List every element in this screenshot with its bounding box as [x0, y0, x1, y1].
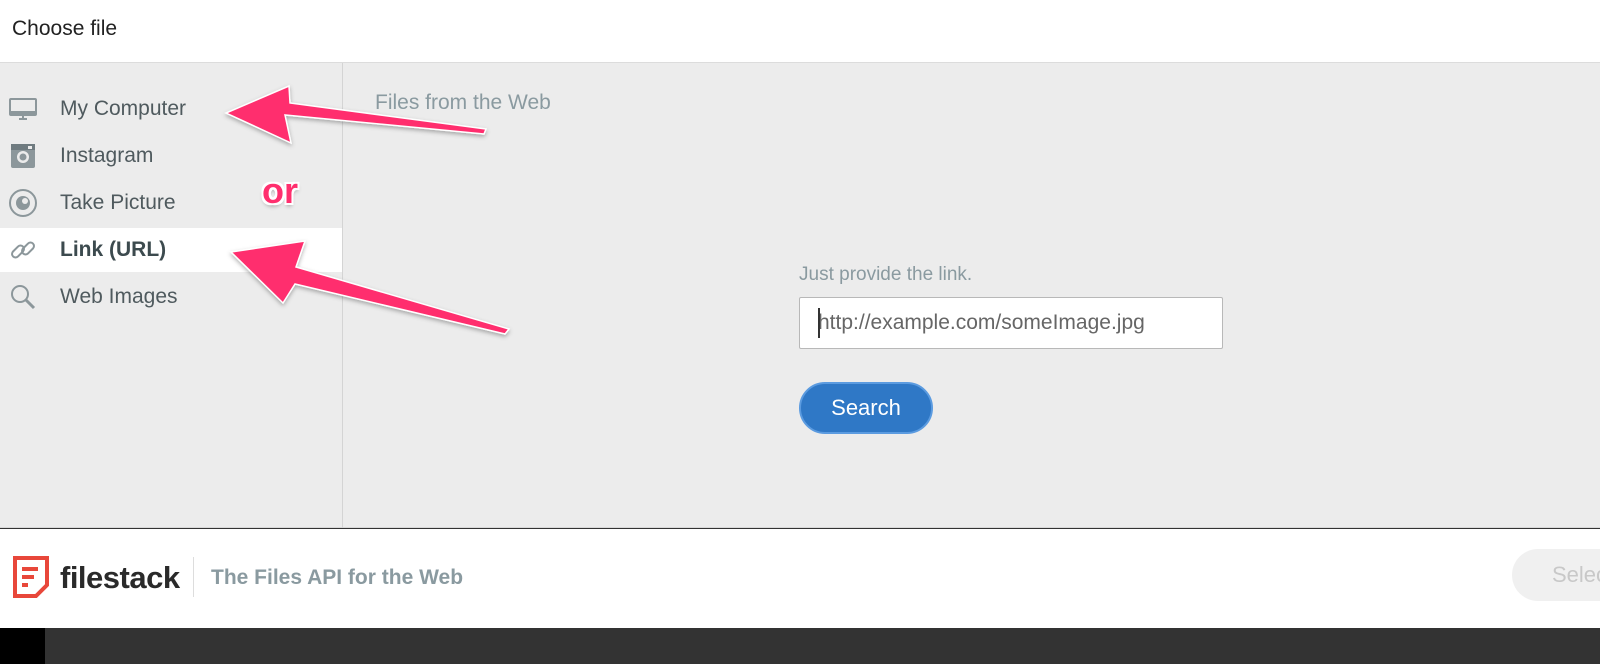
brand-tagline: The Files API for the Web	[211, 566, 464, 589]
sidebar-item-label: My Computer	[60, 97, 187, 120]
sidebar-item-label: Link (URL)	[60, 238, 167, 261]
bottom-bar-left-block	[0, 628, 45, 664]
sidebar-item-label: Web Images	[60, 285, 178, 308]
sidebar-item-my-computer[interactable]: My Computer	[0, 87, 342, 131]
footer-divider	[193, 557, 194, 597]
text-caret	[818, 308, 820, 338]
url-input[interactable]	[799, 297, 1223, 349]
brand-name: filestack	[60, 560, 180, 595]
instagram-icon	[8, 141, 38, 171]
dialog-footer: filestack The Files API for the Web Sele…	[0, 529, 1600, 628]
sidebar-item-web-images[interactable]: Web Images	[0, 275, 342, 319]
search-icon	[8, 282, 38, 312]
sidebar-item-link-url[interactable]: Link (URL)	[0, 228, 342, 272]
monitor-icon	[8, 94, 38, 124]
link-icon	[8, 235, 38, 265]
sidebar-item-label: Take Picture	[60, 191, 176, 214]
dialog-header: Choose file	[0, 0, 1600, 63]
link-prompt: Just provide the link.	[799, 264, 973, 285]
sidebar-item-label: Instagram	[60, 144, 154, 167]
select-button[interactable]: Selec	[1512, 549, 1600, 601]
bottom-bar	[0, 628, 1600, 664]
annotation-or-label: or	[262, 170, 298, 211]
dialog-title: Choose file	[12, 17, 118, 40]
dialog-body: My Computer Instagram Take Picture Link …	[0, 63, 1600, 528]
filestack-logo-icon	[12, 555, 50, 604]
content-title: Files from the Web	[375, 91, 551, 114]
search-button[interactable]: Search	[799, 382, 933, 434]
source-sidebar: My Computer Instagram Take Picture Link …	[0, 63, 343, 528]
camera-icon	[8, 188, 38, 218]
